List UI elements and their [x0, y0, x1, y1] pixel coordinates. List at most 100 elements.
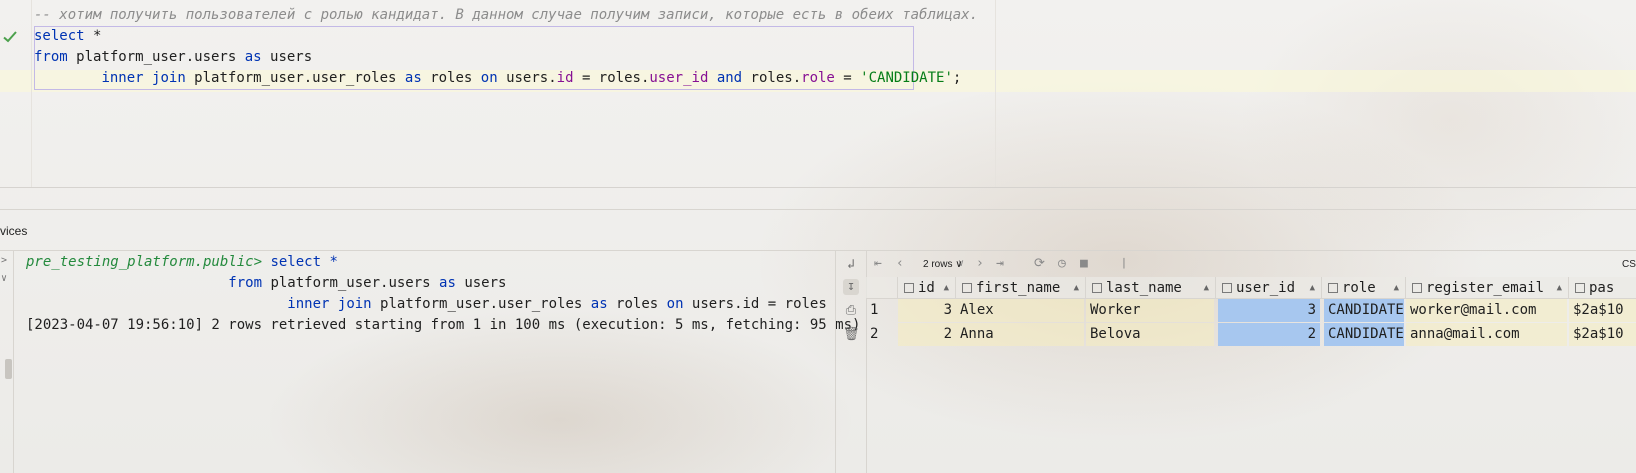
column-icon [1412, 283, 1422, 293]
column-label: id [918, 280, 935, 296]
code-text: * [84, 28, 102, 44]
field-name: role [801, 70, 835, 86]
scrollbar-thumb[interactable] [5, 359, 12, 379]
column-header-first-name[interactable]: first_name ▲ [956, 277, 1086, 299]
column-icon [1092, 283, 1102, 293]
column-header-id[interactable]: id ▲ [898, 277, 956, 299]
trash-icon[interactable]: 🗑 [843, 327, 860, 343]
column-label: register_email [1426, 280, 1545, 296]
column-icon [1222, 283, 1232, 293]
code-text: platform_user.user_roles [371, 296, 591, 312]
sort-icon[interactable]: ▲ [944, 277, 949, 299]
rows-count-selector[interactable]: 2 rows ∨ [923, 259, 963, 270]
editor-comment-line: -- хотим получить пользователей с ролью … [34, 7, 979, 23]
table-cell-first-name[interactable]: Anna [956, 323, 1084, 346]
editor-line-select: select * [34, 25, 101, 47]
chevron-right-icon[interactable]: > [1, 255, 7, 266]
table-cell-last-name[interactable]: Belova [1086, 323, 1214, 346]
console-prompt: pre_testing_platform.public> [26, 254, 263, 270]
string-literal: 'CANDIDATE' [860, 70, 953, 86]
field-name: user_id [649, 70, 709, 86]
column-label: last_name [1106, 280, 1182, 296]
table-cell-first-name[interactable]: Alex [956, 299, 1084, 322]
stop-icon[interactable]: ■ [1080, 255, 1088, 273]
sort-icon[interactable]: ▲ [1557, 277, 1562, 299]
table-cell-register-email[interactable]: worker@mail.com [1406, 299, 1567, 322]
code-text: platform_user.user_roles [185, 70, 405, 86]
keyword: as [439, 275, 456, 291]
gutter-divider [31, 0, 32, 188]
table-cell-register-email[interactable]: anna@mail.com [1406, 323, 1567, 346]
history-icon[interactable]: ◷ [1058, 255, 1066, 273]
sql-editor[interactable]: -- хотим получить пользователей с ролью … [0, 0, 1636, 188]
sort-icon[interactable]: ▲ [1394, 277, 1399, 299]
chevron-down-icon[interactable]: ∨ [1, 273, 7, 284]
code-text: users [261, 49, 313, 65]
scroll-end-icon[interactable]: ↧ [843, 279, 859, 295]
table-cell-last-name[interactable]: Worker [1086, 299, 1214, 322]
keyword: inner [101, 70, 144, 86]
column-label: pas [1589, 280, 1615, 296]
console-line-2: from platform_user.users as users [26, 272, 506, 294]
row-number[interactable]: 2 [866, 323, 898, 346]
code-text: = roles. [573, 70, 650, 86]
column-icon [1575, 283, 1585, 293]
export-format-button[interactable]: CSV [1622, 259, 1636, 270]
last-page-icon[interactable]: ⇥ [996, 255, 1004, 273]
result-side-toolbar: ↲ ↧ ⎙ 🗑 [836, 251, 867, 473]
keyword: on [666, 296, 684, 312]
sort-icon[interactable]: ▲ [1204, 277, 1209, 299]
check-icon [3, 31, 17, 43]
field-name: id [556, 70, 574, 86]
code-text: = [834, 70, 861, 86]
keyword: from [34, 49, 68, 65]
table-cell-id[interactable]: 2 [898, 323, 956, 346]
code-text: platform_user.users [262, 275, 440, 291]
soft-wrap-icon[interactable]: ↲ [843, 257, 859, 273]
code-text: roles. [742, 70, 802, 86]
editor-divider [0, 187, 1636, 188]
first-page-icon[interactable]: ⇤ [874, 255, 882, 273]
table-cell-user-id[interactable]: 3 [1218, 299, 1320, 322]
code-text: ; [952, 70, 962, 86]
code-text: users. [497, 70, 557, 86]
refresh-icon[interactable]: ⟳ [1034, 255, 1045, 273]
keyword: from [228, 275, 263, 291]
keyword: as [404, 70, 422, 86]
services-header: vices [0, 209, 1636, 251]
dropdown-icon[interactable]: ∨ [952, 259, 962, 270]
services-title[interactable]: vices [0, 224, 27, 238]
prev-page-icon[interactable]: ‹ [896, 255, 904, 273]
sort-icon[interactable]: ▲ [1074, 277, 1079, 299]
code-text: roles [421, 70, 481, 86]
column-header-user-id[interactable]: user_id ▲ [1216, 277, 1322, 299]
next-page-icon[interactable]: › [976, 255, 984, 273]
sort-icon[interactable]: ▲ [1310, 277, 1315, 299]
editor-line-join: inner join platform_user.user_roles as r… [34, 67, 961, 89]
print-icon[interactable]: ⎙ [843, 303, 859, 319]
pin-icon[interactable]: ❘ [1120, 255, 1128, 273]
row-number[interactable]: 1 [866, 299, 898, 322]
column-label: role [1342, 280, 1376, 296]
table-cell-role[interactable]: CANDIDATE [1324, 323, 1404, 346]
column-header-last-name[interactable]: last_name ▲ [1086, 277, 1216, 299]
keyword: on [480, 70, 498, 86]
column-header-role[interactable]: role ▲ [1322, 277, 1406, 299]
column-label: first_name [976, 280, 1061, 296]
editor-line-from: from platform_user.users as users [34, 46, 312, 68]
table-cell-user-id[interactable]: 2 [1218, 323, 1320, 346]
result-grid[interactable]: id ▲ first_name ▲ last_name ▲ user_id ▲ role… [866, 277, 1636, 351]
table-cell-password[interactable]: $2a$10 [1569, 299, 1636, 322]
right-margin-guide [995, 0, 996, 188]
result-toolbar: ⇤ ‹ ∨ › ⇥ ⟳ ◷ ■ ❘ [866, 251, 1636, 277]
table-cell-id[interactable]: 3 [898, 299, 956, 322]
code-text: users.id = roles [683, 296, 827, 312]
query-console-output[interactable]: > ∨ pre_testing_platform.public> select … [0, 251, 860, 473]
column-header-register-email[interactable]: register_email ▲ [1406, 277, 1569, 299]
keyword: join [337, 296, 372, 312]
table-cell-password[interactable]: $2a$10 [1569, 323, 1636, 346]
column-header-password[interactable]: pas [1569, 277, 1636, 299]
keyword: as [244, 49, 262, 65]
keyword: join [152, 70, 186, 86]
table-cell-role[interactable]: CANDIDATE [1324, 299, 1404, 322]
